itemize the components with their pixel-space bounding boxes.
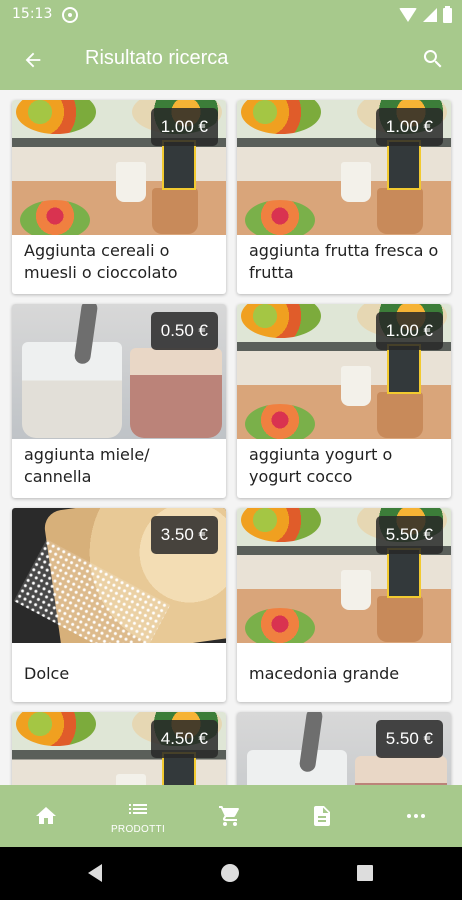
price-badge: 5.50 € (375, 720, 443, 758)
search-icon[interactable] (418, 44, 448, 74)
status-time: 15:13 (12, 6, 53, 22)
nav-more[interactable] (370, 785, 462, 847)
product-card[interactable]: 0.50 € aggiunta miele/ cannella (12, 304, 226, 498)
status-icons (399, 5, 452, 24)
signal-icon (423, 8, 437, 22)
price-badge: 1.00 € (150, 108, 218, 146)
product-grid: 1.00 € Aggiunta cereali o muesli o ciocc… (0, 90, 462, 785)
product-card[interactable]: 1.00 € aggiunta frutta fresca o frutta (237, 100, 451, 294)
product-name: Aggiunta cereali o muesli o cioccolato (24, 241, 178, 282)
bottom-navigation: PRODOTTI (0, 785, 462, 847)
system-navigation-bar (0, 847, 462, 900)
product-card[interactable]: 5.50 € macedonia grande (237, 508, 451, 702)
price-badge: 4.50 € (150, 720, 218, 758)
status-bar: 15:13 (0, 0, 462, 30)
product-name: aggiunta miele/ cannella (24, 445, 150, 486)
price-badge: 5.50 € (375, 516, 443, 554)
nav-prodotti[interactable]: PRODOTTI (92, 785, 184, 847)
list-icon (129, 804, 147, 814)
wifi-icon (399, 8, 417, 22)
back-arrow-icon[interactable] (18, 45, 48, 75)
sync-icon (62, 7, 78, 23)
product-name: aggiunta yogurt o yogurt cocco (249, 445, 393, 486)
system-back-icon[interactable] (88, 864, 102, 882)
nav-prodotti-label: PRODOTTI (110, 824, 166, 835)
price-badge: 0.50 € (150, 312, 218, 350)
product-name: macedonia grande (249, 664, 400, 683)
product-name: Dolce (24, 664, 70, 683)
page-title: Risultato ricerca (85, 47, 229, 69)
product-name: aggiunta frutta fresca o frutta (249, 241, 439, 282)
document-icon (314, 806, 330, 826)
product-card[interactable]: 5.50 € (237, 712, 451, 785)
cart-icon (219, 806, 239, 826)
battery-icon (443, 5, 452, 23)
price-badge: 3.50 € (150, 516, 218, 554)
product-card[interactable]: 1.00 € aggiunta yogurt o yogurt cocco (237, 304, 451, 498)
price-badge: 1.00 € (375, 108, 443, 146)
nav-documents[interactable] (276, 785, 368, 847)
product-card[interactable]: 3.50 € Dolce (12, 508, 226, 702)
more-icon (407, 814, 425, 818)
product-card[interactable]: 4.50 € (12, 712, 226, 785)
system-home-icon[interactable] (221, 864, 239, 882)
home-icon (36, 807, 56, 824)
nav-cart[interactable] (184, 785, 276, 847)
nav-home[interactable] (0, 785, 92, 847)
system-recents-icon[interactable] (357, 865, 373, 881)
product-card[interactable]: 1.00 € Aggiunta cereali o muesli o ciocc… (12, 100, 226, 294)
price-badge: 1.00 € (375, 312, 443, 350)
app-bar: Risultato ricerca (0, 30, 462, 90)
